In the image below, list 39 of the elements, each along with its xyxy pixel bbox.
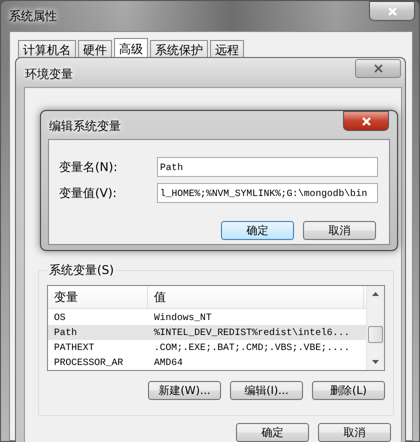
list-row[interactable]: PATHEXT .COM;.EXE;.BAT;.CMD;.VBS;.VBE;.... <box>48 340 366 355</box>
input-field[interactable]: Path <box>157 157 378 177</box>
close-icon <box>388 6 396 16</box>
list-row[interactable]: OS Windows_NT <box>48 310 366 325</box>
scrollbar[interactable] <box>366 286 384 370</box>
close-button[interactable] <box>369 1 415 21</box>
variable-name: PROCESSOR_AR <box>53 356 124 370</box>
dialog-button[interactable]: 取消 <box>318 423 391 442</box>
action-button[interactable]: 新建(W)... <box>148 381 221 400</box>
close-icon <box>362 116 370 126</box>
action-button[interactable]: 删除(L) <box>312 381 385 400</box>
close-button[interactable] <box>343 111 389 131</box>
scroll-thumb[interactable] <box>368 326 383 343</box>
variable-name: PATHEXT <box>53 341 96 355</box>
dialog-title: 环境变量 <box>25 66 73 83</box>
close-icon <box>374 64 382 73</box>
field-label: 变量值(V): <box>59 184 118 202</box>
input-field[interactable]: l_HOME%;%NVM_SYMLINK%;G:\mongodb\bin <box>157 183 378 203</box>
group-title: 系统变量(S) <box>48 262 115 279</box>
variable-name: Path <box>53 326 78 340</box>
variable-value: %INTEL_DEV_REDIST%redist\intel6... <box>153 326 351 340</box>
down-arrow-icon <box>372 360 379 364</box>
variable-value: Windows_NT <box>153 311 213 325</box>
variable-value: AMD64 <box>153 356 184 370</box>
variable-name: OS <box>53 311 67 325</box>
up-arrow-icon <box>372 292 379 296</box>
close-button[interactable] <box>355 59 401 78</box>
dialog-button[interactable]: 确定 <box>236 423 309 442</box>
list-row[interactable]: PROCESSOR_AR AMD64 <box>48 355 366 370</box>
field-label: 变量名(N): <box>59 158 118 176</box>
column-header[interactable]: 值 <box>148 286 364 308</box>
column-header[interactable]: 变量 <box>48 286 148 308</box>
dialog-button[interactable]: 取消 <box>303 221 376 240</box>
window-title: 系统属性 <box>9 8 57 25</box>
variable-value: .COM;.EXE;.BAT;.CMD;.VBS;.VBE;.... <box>153 341 351 355</box>
dialog-title: 编辑系统变量 <box>49 118 121 135</box>
action-button[interactable]: 编辑(I)... <box>230 381 303 400</box>
list-row[interactable]: Path %INTEL_DEV_REDIST%redist\intel6... <box>48 325 366 340</box>
dialog-button[interactable]: 确定 <box>221 221 294 240</box>
